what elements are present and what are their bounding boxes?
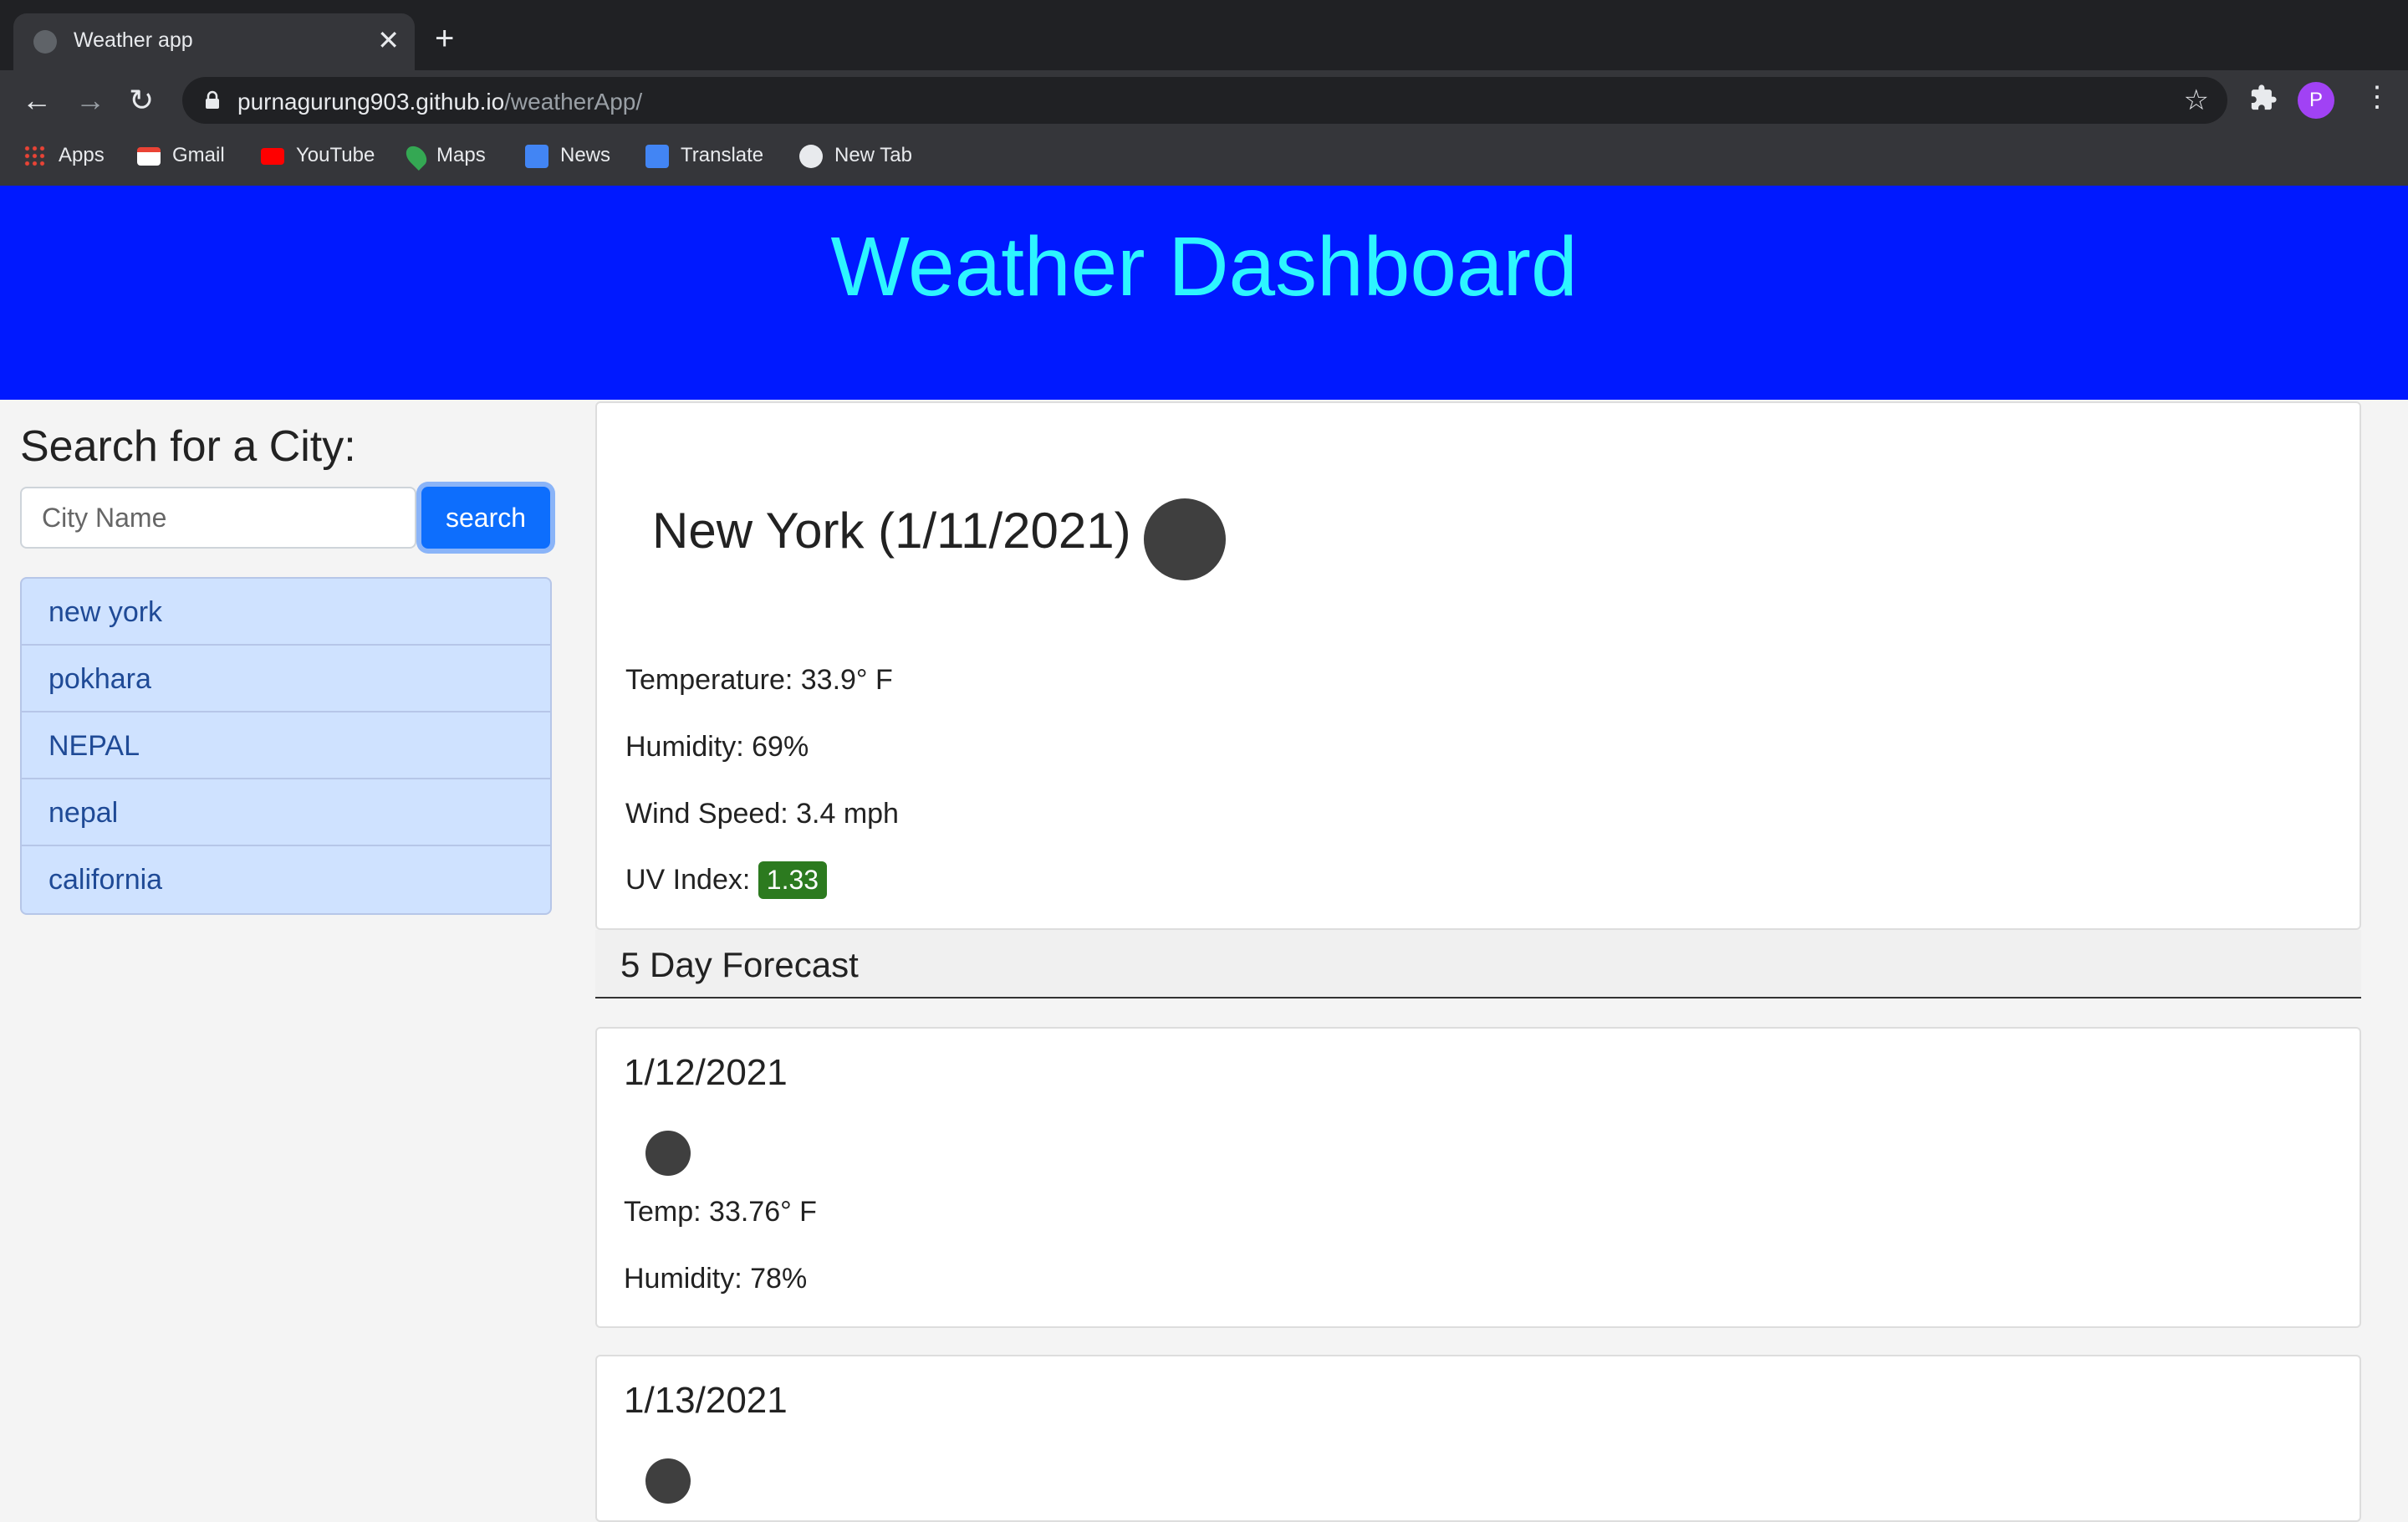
- gmail-icon: [137, 146, 161, 166]
- bookmark-apps[interactable]: Apps: [23, 144, 105, 168]
- bookmark-star-icon[interactable]: ☆: [2184, 84, 2209, 117]
- forecast-date: 1/13/2021: [624, 1380, 788, 1421]
- forecast-temp: Temp: 33.76° F: [624, 1196, 817, 1228]
- url-text: purnagurung903.github.io/weatherApp/: [237, 89, 642, 115]
- forecast-card: 1/12/2021 Temp: 33.76° F Humidity: 78%: [595, 1027, 2361, 1328]
- forecast-humidity: Humidity: 78%: [624, 1263, 808, 1295]
- current-wind-speed: Wind Speed: 3.4 mph: [625, 798, 899, 830]
- forecast-weather-icon: [645, 1131, 691, 1176]
- current-uv-row: UV Index: 1.33: [625, 861, 828, 899]
- new-tab-icon[interactable]: +: [435, 22, 454, 55]
- forecast-card: 1/13/2021: [595, 1355, 2361, 1522]
- current-city-heading: New York (1/11/2021): [652, 503, 1131, 559]
- close-icon[interactable]: ✕: [377, 25, 400, 55]
- page-header: Weather Dashboard: [0, 186, 2408, 400]
- current-weather-card: New York (1/11/2021) Temperature: 33.9° …: [595, 401, 2361, 930]
- bookmarks-bar: Apps Gmail YouTube Maps News Translate N…: [0, 130, 2408, 186]
- tab-title: Weather app: [74, 28, 193, 52]
- bookmark-label: Translate: [681, 144, 764, 166]
- current-temperature: Temperature: 33.9° F: [625, 664, 893, 696]
- bookmark-youtube[interactable]: YouTube: [261, 144, 375, 167]
- url-host: purnagurung903.github.io: [237, 89, 505, 115]
- uv-index-badge: 1.33: [758, 861, 828, 899]
- bookmark-gmail[interactable]: Gmail: [137, 144, 225, 167]
- globe-icon: [33, 30, 57, 54]
- lock-icon: [206, 90, 219, 109]
- uv-label: UV Index:: [625, 864, 751, 896]
- forecast-header: 5 Day Forecast: [595, 930, 2361, 998]
- weather-condition-icon: [1144, 498, 1226, 580]
- city-search-input[interactable]: [20, 487, 416, 549]
- browser-tab-bar: Weather app ✕ +: [0, 0, 2408, 70]
- url-path: /weatherApp/: [504, 89, 643, 115]
- bookmark-label: Maps: [436, 144, 486, 166]
- news-icon: [525, 144, 548, 168]
- browser-tab[interactable]: Weather app ✕: [13, 13, 415, 70]
- youtube-icon: [261, 147, 284, 165]
- address-bar[interactable]: purnagurung903.github.io/weatherApp/ ☆: [182, 77, 2227, 124]
- more-menu-icon[interactable]: ⋮: [2363, 80, 2391, 114]
- history-item-nepal-upper[interactable]: NEPAL: [22, 712, 550, 779]
- search-heading: Search for a City:: [20, 422, 356, 471]
- apps-grid-icon: [23, 144, 47, 168]
- back-arrow-icon[interactable]: ←: [22, 84, 52, 117]
- forward-arrow-icon[interactable]: →: [75, 84, 105, 117]
- forecast-date: 1/12/2021: [624, 1052, 788, 1093]
- bookmark-translate[interactable]: Translate: [645, 144, 763, 168]
- profile-avatar[interactable]: P: [2298, 82, 2334, 119]
- history-item-california[interactable]: california: [22, 846, 550, 913]
- search-button[interactable]: search: [421, 487, 550, 549]
- current-humidity: Humidity: 69%: [625, 731, 809, 763]
- maps-pin-icon: [402, 141, 431, 171]
- bookmark-new-tab[interactable]: New Tab: [799, 144, 912, 168]
- bookmark-label: News: [560, 144, 611, 166]
- bookmark-label: YouTube: [296, 144, 375, 166]
- search-history-list: new york pokhara NEPAL nepal california: [20, 577, 552, 915]
- globe-icon: [799, 144, 823, 168]
- bookmark-news[interactable]: News: [525, 144, 610, 168]
- forecast-weather-icon: [645, 1458, 691, 1504]
- history-item-new-york[interactable]: new york: [22, 579, 550, 646]
- translate-icon: [645, 144, 669, 168]
- page-title: Weather Dashboard: [830, 220, 1578, 314]
- puzzle-extensions-icon[interactable]: [2249, 84, 2278, 112]
- history-item-pokhara[interactable]: pokhara: [22, 646, 550, 712]
- bookmark-maps[interactable]: Maps: [402, 141, 486, 171]
- bookmark-label: Gmail: [172, 144, 225, 166]
- reload-icon[interactable]: ↻: [129, 84, 154, 117]
- bookmark-label: New Tab: [834, 144, 912, 166]
- bookmark-label: Apps: [59, 144, 105, 166]
- history-item-nepal[interactable]: nepal: [22, 779, 550, 846]
- browser-toolbar: ← → ↻ purnagurung903.github.io/weatherAp…: [0, 70, 2408, 130]
- forecast-title: 5 Day Forecast: [620, 945, 859, 984]
